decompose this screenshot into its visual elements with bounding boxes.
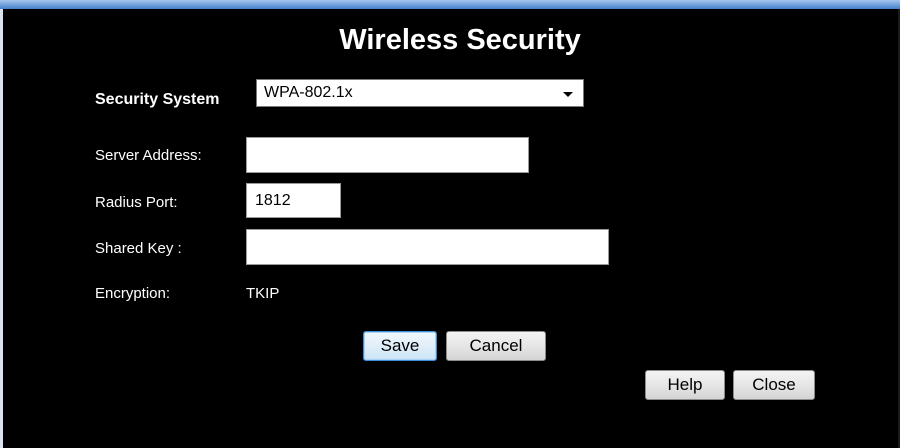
radius-port-label: Radius Port:	[95, 194, 178, 211]
shared-key-label: Shared Key :	[95, 240, 182, 257]
server-address-input[interactable]	[246, 137, 529, 173]
wireless-security-window: Wireless Security Security System WPA-80…	[0, 0, 900, 448]
encryption-value: TKIP	[246, 285, 280, 302]
help-button[interactable]: Help	[645, 370, 725, 400]
window-left-border	[0, 9, 3, 448]
chevron-down-icon[interactable]	[563, 92, 573, 97]
encryption-label: Encryption:	[95, 285, 171, 302]
security-system-label: Security System	[95, 91, 220, 108]
server-address-label: Server Address:	[95, 147, 202, 164]
radius-port-input[interactable]	[246, 183, 341, 218]
page-title: Wireless Security	[339, 24, 581, 56]
security-system-selected-value: WPA-802.1x	[264, 84, 353, 101]
cancel-button[interactable]: Cancel	[446, 331, 546, 361]
close-button[interactable]: Close	[733, 370, 815, 400]
security-system-select[interactable]: WPA-802.1x	[256, 79, 584, 107]
shared-key-input[interactable]	[246, 229, 609, 265]
window-titlebar[interactable]	[0, 0, 900, 9]
save-button[interactable]: Save	[363, 331, 437, 361]
